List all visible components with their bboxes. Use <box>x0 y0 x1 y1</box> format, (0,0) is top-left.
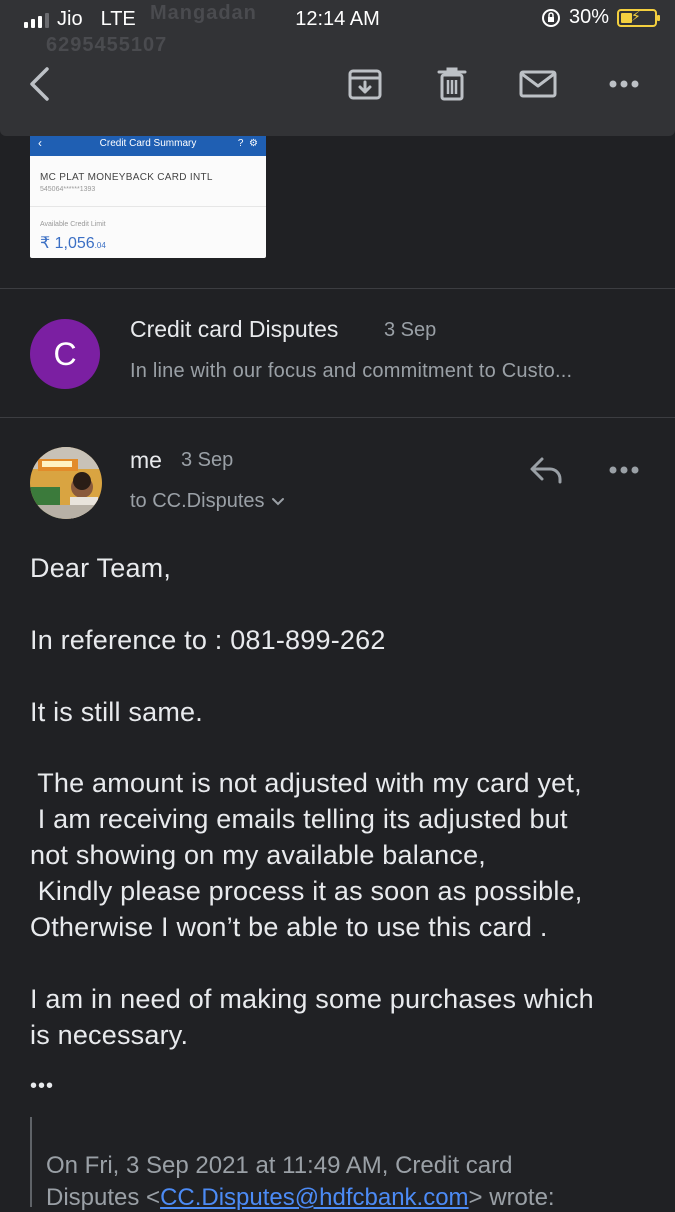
mark-unread-button[interactable] <box>516 62 560 106</box>
ghost-text: 6295455107 <box>46 34 168 56</box>
battery-percent: 30% <box>568 6 609 28</box>
sender-name: Credit card Disputes <box>130 316 339 342</box>
attachment-image[interactable]: ‹ Credit Card Summary ? ⚙ MC PLAT MONEYB… <box>30 130 266 258</box>
more-button[interactable] <box>602 62 646 106</box>
back-button[interactable] <box>18 62 62 106</box>
avatar: C <box>30 319 100 389</box>
archive-button[interactable] <box>343 62 387 106</box>
body-line: It is still same. <box>30 697 203 727</box>
orientation-lock-icon <box>541 8 560 27</box>
more-horizontal-icon <box>609 466 639 474</box>
email-link[interactable]: CC.Disputes@hdfcbank.com <box>160 1184 468 1211</box>
avatar <box>30 447 102 519</box>
card-summary-title: Credit Card Summary <box>99 137 197 149</box>
show-trimmed-content-button[interactable]: ••• <box>30 1068 54 1104</box>
delete-button[interactable] <box>430 62 474 106</box>
mail-icon <box>519 70 557 98</box>
body-paragraph: The amount is not adjusted with my card … <box>30 768 583 942</box>
reply-icon <box>530 457 562 484</box>
available-amount: ₹ 1,056.04 <box>40 235 106 252</box>
profile-photo-icon <box>30 447 102 519</box>
quote-header-line2: Disputes <CC.Disputes@hdfcbank.com> wrot… <box>46 1184 555 1211</box>
message-more-button[interactable] <box>602 452 646 488</box>
reply-button[interactable] <box>524 452 568 488</box>
recipient-details[interactable]: to CC.Disputes <box>130 490 285 513</box>
trash-icon <box>437 67 467 101</box>
message-date: 3 Sep <box>181 449 234 471</box>
available-label: Available Credit Limit <box>40 221 106 228</box>
body-reference: In reference to : 081-899-262 <box>30 625 386 655</box>
more-horizontal-icon <box>609 80 639 88</box>
archive-icon <box>348 69 382 100</box>
help-icon: ? ⚙ <box>237 137 258 149</box>
sender-name: me <box>130 447 162 473</box>
body-paragraph: I am in need of making some purchases wh… <box>30 984 594 1050</box>
chevron-down-icon <box>271 497 284 505</box>
body-greeting: Dear Team, <box>30 553 172 583</box>
battery-icon: ⚡ <box>617 8 660 27</box>
divider <box>0 417 675 418</box>
recipient-label: to CC.Disputes <box>130 490 265 512</box>
card-number: 545064******1393 <box>40 186 96 193</box>
message-snippet: In line with our focus and commitment to… <box>130 360 573 382</box>
divider <box>0 288 675 289</box>
quote-header: On Fri, 3 Sep 2021 at 11:49 AM, Credit c… <box>46 1152 513 1179</box>
quote-bar <box>30 1117 32 1207</box>
card-name: MC PLAT MONEYBACK CARD INTL <box>40 172 213 183</box>
status-right: 30% ⚡ <box>541 6 660 29</box>
message-date: 3 Sep <box>384 319 437 341</box>
chevron-left-icon <box>30 67 49 101</box>
chevron-left-icon: ‹ <box>38 136 42 150</box>
top-app-bar: Mangadan 6295455107 Jio LTE 12:14 AM 30%… <box>0 0 675 136</box>
